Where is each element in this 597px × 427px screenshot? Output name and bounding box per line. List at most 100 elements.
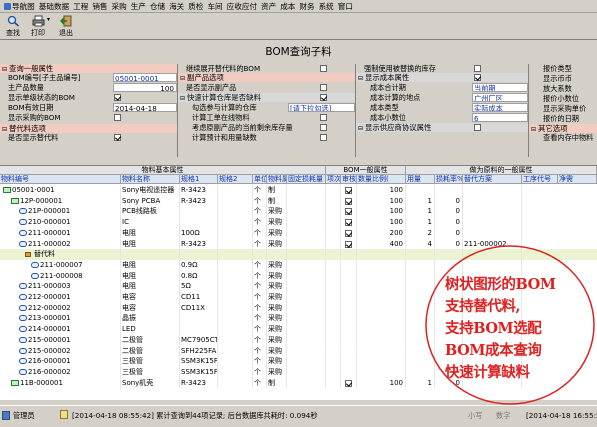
calc-expected-checkbox[interactable]: [320, 134, 327, 141]
menu-item[interactable]: 生产: [129, 1, 148, 12]
menu-item[interactable]: 应收应付: [225, 1, 259, 12]
table-cell: MC7905CT: [181, 334, 218, 346]
table-cell: [287, 270, 326, 282]
print-button[interactable]: 打印: [27, 15, 49, 39]
table-cell: [357, 324, 406, 335]
other-section-header: ⊟ 其它选项: [529, 124, 597, 133]
audit-checkbox[interactable]: [345, 240, 352, 248]
cost-decimal-field[interactable]: 6: [472, 113, 528, 122]
supplier-checkbox[interactable]: [474, 124, 481, 131]
caps-indicator: 小写: [468, 411, 483, 420]
show-price-label: 显示采购单价: [543, 104, 587, 113]
valid-date-field[interactable]: 2014-04-18: [113, 103, 177, 112]
cost-checkbox[interactable]: [474, 74, 481, 81]
audit-checkbox[interactable]: [345, 379, 352, 387]
menu-item[interactable]: 资产: [259, 1, 278, 12]
menu-item[interactable]: 采购: [110, 1, 129, 12]
fast-calc-checkbox[interactable]: [320, 94, 327, 101]
table-row[interactable]: 12P-000001 Sony PCBA R-3423 个制 100 1 0: [0, 195, 597, 207]
audit-checkbox[interactable]: [345, 208, 352, 216]
table-cell: 电阻: [121, 227, 180, 239]
assembly-icon: [3, 187, 11, 193]
annotation-line: 树状图形的BOM: [445, 276, 556, 293]
menu-item[interactable]: 海关: [167, 1, 186, 12]
table-cell: 个: [253, 259, 267, 271]
table-cell: [341, 270, 357, 282]
menu-item[interactable]: 财务: [297, 1, 316, 12]
main-qty-field[interactable]: 100: [113, 83, 177, 92]
assembly-icon: [11, 197, 19, 204]
col-header-loss-fixed[interactable]: 固定损耗量: [287, 175, 326, 184]
col-header-loss-rate[interactable]: 损耗率%: [435, 175, 463, 184]
table-row[interactable]: 05001-0001 Sony电视遥控器 R-3423 个制 100: [0, 185, 597, 196]
menu-item[interactable]: 工程: [71, 1, 90, 12]
table-cell: [341, 334, 357, 346]
col-header-spec1[interactable]: 规格1: [180, 175, 218, 184]
table-row[interactable]: 210-000001 IC 个采购 100 1 0: [0, 217, 597, 228]
table-cell: 三极管: [121, 366, 180, 378]
menu-item[interactable]: 仓储: [148, 1, 167, 12]
table-cell: [357, 313, 406, 325]
col-header-qty-ratio[interactable]: 数量比例(: [357, 175, 406, 184]
col-header-attr[interactable]: 物料属性: [267, 175, 287, 184]
status-user: 管理员: [13, 411, 35, 420]
table-row[interactable]: 21P-000001 PCB线路板个采购 100 1 0: [0, 206, 597, 218]
col-header-code[interactable]: 物料编号: [0, 175, 121, 184]
table-cell: 个: [253, 324, 267, 335]
table-cell: [341, 302, 357, 314]
table-cell: [218, 345, 253, 357]
quote-date-label: 报价的日期: [543, 114, 579, 123]
col-header-audit[interactable]: 审核: [341, 175, 357, 184]
cost-calc-field[interactable]: 当前期: [472, 83, 528, 92]
menu-item[interactable]: 基础数据: [37, 1, 71, 12]
col-header-net[interactable]: 净需: [558, 175, 597, 184]
menu-item[interactable]: 窗口: [336, 1, 355, 12]
col-header-unit[interactable]: 单位: [253, 175, 267, 184]
cost-type-field[interactable]: 实际成本: [472, 103, 528, 112]
page-title: BOM查询子料: [265, 46, 332, 58]
table-cell: [287, 217, 326, 228]
table-cell: 0.9Ω: [180, 259, 218, 271]
cost-place-field[interactable]: 广州厂区: [472, 93, 528, 102]
table-cell: [326, 356, 341, 367]
table-cell: CD11: [180, 292, 218, 303]
consider-checkbox[interactable]: [320, 124, 327, 131]
bom-code-field[interactable]: 05001-0001: [113, 73, 177, 82]
menu-item[interactable]: 质检: [186, 1, 205, 12]
table-cell: [287, 249, 326, 260]
audit-checkbox[interactable]: [345, 219, 352, 227]
dropdown-arrow-icon[interactable]: ▾: [47, 16, 52, 24]
table-row[interactable]: 211-000001 电阻 100Ω 个采购 200 2 0: [0, 227, 597, 239]
component-icon: [19, 336, 27, 343]
menu-item[interactable]: 导航图: [2, 1, 37, 12]
table-cell: [357, 345, 406, 357]
col-header-process[interactable]: 工序代号: [522, 175, 558, 184]
show-single-checkbox[interactable]: [114, 94, 121, 101]
menu-item[interactable]: 系统: [317, 1, 336, 12]
show-subst-checkbox[interactable]: [114, 134, 121, 141]
exit-button[interactable]: 退出: [55, 15, 77, 39]
use-replace-checkbox[interactable]: [474, 65, 481, 72]
calc-stock-dropdown[interactable]: [请下拉勾选]: [288, 103, 355, 112]
show-currency-label: 显示币币: [543, 74, 572, 83]
table-cell: [287, 356, 326, 367]
col-header-use[interactable]: 用量: [406, 175, 435, 184]
audit-checkbox[interactable]: [345, 187, 352, 194]
show-sub-checkbox[interactable]: [320, 84, 327, 91]
menu-item[interactable]: 成本: [278, 1, 297, 12]
find-button[interactable]: 查找: [2, 15, 24, 39]
col-header-item[interactable]: 项次: [326, 175, 341, 184]
col-header-subst[interactable]: 替代方案: [463, 175, 522, 184]
col-header-name[interactable]: 物料名称: [121, 175, 180, 184]
audit-checkbox[interactable]: [345, 197, 352, 205]
menu-item[interactable]: 销售: [90, 1, 109, 12]
menu-item[interactable]: 车间: [205, 1, 224, 12]
calc-work-checkbox[interactable]: [320, 114, 327, 121]
show-purchase-checkbox[interactable]: [114, 114, 121, 121]
component-icon: [19, 368, 27, 375]
col-header-spec2[interactable]: 规格2: [218, 175, 253, 184]
toolbar: 查找 打印 ▾ 退出: [0, 13, 597, 40]
group-header-bom: BOM一般属性: [326, 166, 406, 175]
expand-checkbox[interactable]: [320, 65, 327, 72]
audit-checkbox[interactable]: [345, 229, 352, 237]
